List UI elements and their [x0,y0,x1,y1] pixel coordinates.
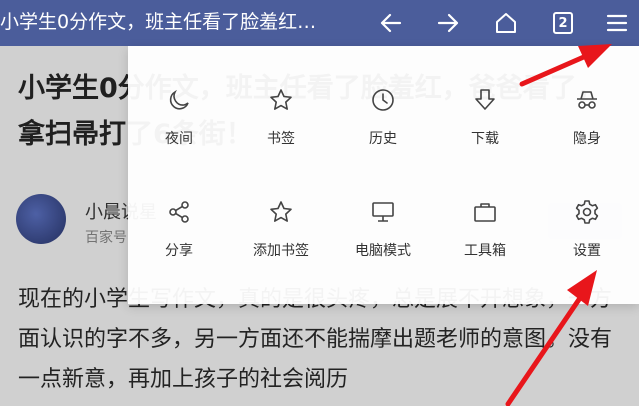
back-arrow-icon[interactable] [374,6,408,40]
menu-item-toolbox[interactable]: 工具箱 [434,158,536,266]
menu-item-incognito[interactable]: 隐身 [536,46,638,154]
menu-item-label: 添加书签 [253,243,309,259]
menu-item-share[interactable]: 分享 [128,158,230,266]
home-icon[interactable] [489,6,523,40]
menu-item-label: 书签 [267,131,295,147]
menu-item-settings[interactable]: 设置 [536,158,638,266]
menu-item-desktop-mode[interactable]: 电脑模式 [332,158,434,266]
moon-icon [165,86,193,114]
star-outline-icon [267,198,295,226]
browser-menu: 夜间 书签 历史 下载 隐身 分享 添加书签 电脑模式 工具箱 设置 [128,46,639,304]
browser-toolbar: 小学生0分作文，班主任看了脸羞红… 2 [0,0,639,46]
toolbox-icon [471,198,499,226]
menu-item-label: 电脑模式 [355,243,411,259]
tab-count-button[interactable]: 2 [546,6,580,40]
menu-item-night[interactable]: 夜间 [128,46,230,154]
menu-item-label: 分享 [165,243,193,259]
monitor-icon [369,198,397,226]
download-icon [471,86,499,114]
menu-item-label: 设置 [573,243,601,259]
page-title[interactable]: 小学生0分作文，班主任看了脸羞红… [0,0,362,46]
tab-count: 2 [558,15,568,31]
menu-item-downloads[interactable]: 下载 [434,46,536,154]
forward-arrow-icon[interactable] [431,6,465,40]
menu-icon[interactable] [600,6,634,40]
menu-item-label: 夜间 [165,131,193,147]
menu-item-history[interactable]: 历史 [332,46,434,154]
share-icon [165,198,193,226]
menu-item-label: 隐身 [573,131,601,147]
incognito-icon [573,86,601,114]
star-icon [267,86,295,114]
clock-icon [369,86,397,114]
menu-item-label: 工具箱 [464,243,506,259]
menu-item-add-bookmark[interactable]: 添加书签 [230,158,332,266]
menu-item-label: 历史 [369,131,397,147]
menu-item-label: 下载 [471,131,499,147]
gear-icon [573,198,601,226]
menu-item-bookmarks[interactable]: 书签 [230,46,332,154]
